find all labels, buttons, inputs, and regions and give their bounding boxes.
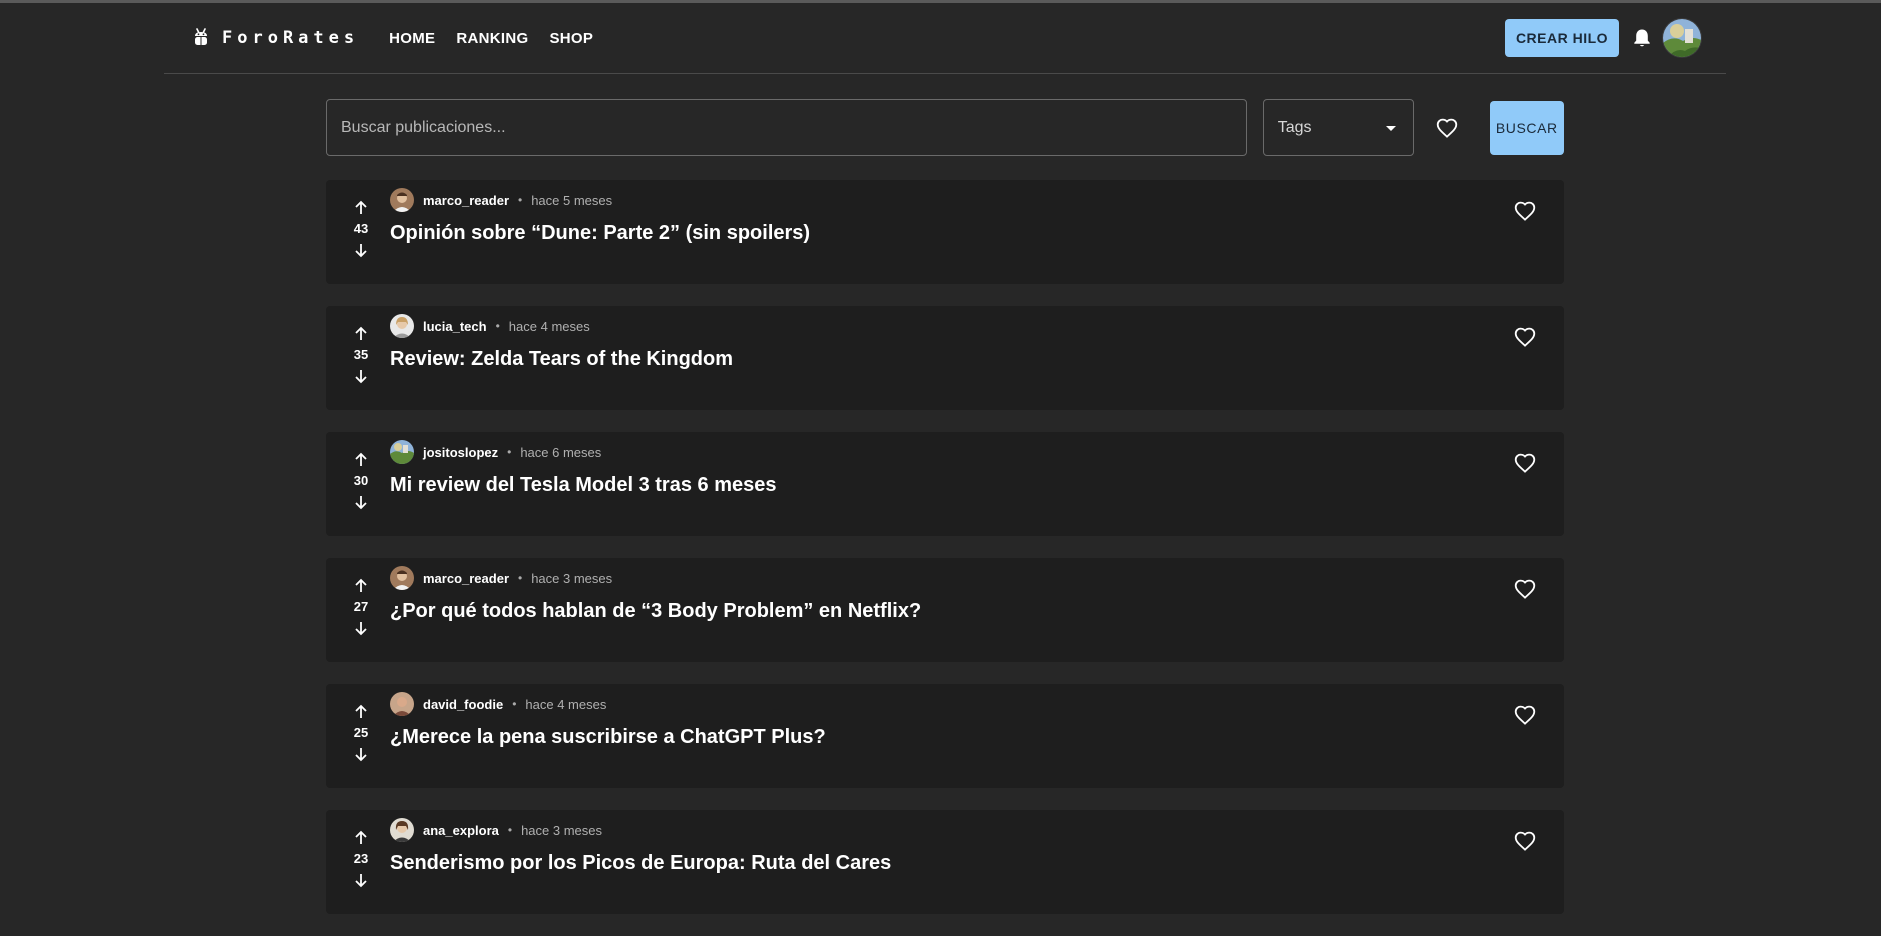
heart-outline-icon[interactable] xyxy=(1512,576,1538,602)
arrow-down-icon[interactable] xyxy=(351,366,371,386)
vote-count: 43 xyxy=(353,221,369,236)
nav-ranking[interactable]: RANKING xyxy=(456,30,528,47)
post-card[interactable]: 23 ana_explora • hace 3 meses Senderismo… xyxy=(326,810,1564,914)
post-time: hace 5 meses xyxy=(531,192,613,208)
separator-dot: • xyxy=(507,445,512,459)
main-nav: HOME RANKING SHOP xyxy=(389,30,593,47)
author-avatar[interactable] xyxy=(390,692,414,716)
heart-outline-icon[interactable] xyxy=(1512,702,1538,728)
vote-control: 30 xyxy=(346,450,376,512)
post-meta: ana_explora • hace 3 meses xyxy=(390,818,602,842)
vote-count: 25 xyxy=(353,725,369,740)
author-avatar[interactable] xyxy=(390,314,414,338)
arrow-down-icon[interactable] xyxy=(351,240,371,260)
vote-control: 23 xyxy=(346,828,376,890)
bell-icon[interactable] xyxy=(1631,27,1653,49)
arrow-down-icon[interactable] xyxy=(351,870,371,890)
create-thread-button[interactable]: CREAR HILO xyxy=(1505,19,1619,57)
post-meta: jositoslopez • hace 6 meses xyxy=(390,440,601,464)
user-avatar[interactable] xyxy=(1662,18,1702,58)
author-name[interactable]: lucia_tech xyxy=(423,319,487,334)
vote-count: 23 xyxy=(353,851,369,866)
vote-control: 27 xyxy=(346,576,376,638)
post-title[interactable]: ¿Merece la pena suscribirse a ChatGPT Pl… xyxy=(390,726,826,749)
post-title[interactable]: Review: Zelda Tears of the Kingdom xyxy=(390,348,733,371)
arrow-up-icon[interactable] xyxy=(351,324,371,344)
dropdown-arrow-icon xyxy=(1385,119,1397,137)
post-time: hace 4 meses xyxy=(525,696,607,712)
vote-control: 35 xyxy=(346,324,376,386)
arrow-up-icon[interactable] xyxy=(351,198,371,218)
post-list: 43 marco_reader • hace 5 meses Opinión s… xyxy=(326,180,1564,936)
post-card[interactable]: 30 jositoslopez • hace 6 meses Mi review… xyxy=(326,432,1564,536)
navbar-actions: CREAR HILO xyxy=(1505,18,1702,58)
author-avatar[interactable] xyxy=(390,818,414,842)
search-input[interactable] xyxy=(341,118,1246,137)
heart-outline-icon[interactable] xyxy=(1512,198,1538,224)
heart-outline-icon[interactable] xyxy=(1512,324,1538,350)
arrow-up-icon[interactable] xyxy=(351,828,371,848)
post-card[interactable]: 25 david_foodie • hace 4 meses ¿Merece l… xyxy=(326,684,1564,788)
search-button[interactable]: BUSCAR xyxy=(1489,100,1564,155)
heart-outline-icon[interactable] xyxy=(1512,450,1538,476)
app-logo-icon xyxy=(192,26,210,50)
vote-count: 27 xyxy=(353,599,369,614)
tags-dropdown-label: Tags xyxy=(1277,118,1312,136)
arrow-down-icon[interactable] xyxy=(351,618,371,638)
post-title[interactable]: Mi review del Tesla Model 3 tras 6 meses xyxy=(390,474,776,497)
top-navbar: ForoRates HOME RANKING SHOP CREAR HILO xyxy=(164,3,1726,74)
arrow-down-icon[interactable] xyxy=(351,492,371,512)
arrow-up-icon[interactable] xyxy=(351,702,371,722)
post-time: hace 3 meses xyxy=(521,822,603,838)
nav-shop[interactable]: SHOP xyxy=(549,30,593,47)
post-card[interactable]: 35 lucia_tech • hace 4 meses Review: Zel… xyxy=(326,306,1564,410)
post-meta: david_foodie • hace 4 meses xyxy=(390,692,606,716)
separator-dot: • xyxy=(518,193,523,207)
search-field[interactable] xyxy=(326,99,1247,156)
post-meta: lucia_tech • hace 4 meses xyxy=(390,314,590,338)
author-avatar[interactable] xyxy=(390,566,414,590)
tags-dropdown[interactable]: Tags xyxy=(1262,99,1414,156)
nav-home[interactable]: HOME xyxy=(389,30,435,47)
post-meta: marco_reader • hace 5 meses xyxy=(390,188,612,212)
vote-control: 43 xyxy=(346,198,376,260)
author-name[interactable]: ana_explora xyxy=(423,823,499,838)
author-avatar[interactable] xyxy=(390,188,414,212)
arrow-down-icon[interactable] xyxy=(351,744,371,764)
post-card[interactable]: 43 marco_reader • hace 5 meses Opinión s… xyxy=(326,180,1564,284)
arrow-up-icon[interactable] xyxy=(351,576,371,596)
author-avatar[interactable] xyxy=(390,440,414,464)
separator-dot: • xyxy=(507,823,513,837)
author-name[interactable]: marco_reader xyxy=(423,193,509,208)
post-meta: marco_reader • hace 3 meses xyxy=(390,566,612,590)
vote-count: 30 xyxy=(353,473,369,488)
separator-dot: • xyxy=(518,571,523,585)
post-card[interactable]: 27 marco_reader • hace 3 meses ¿Por qué … xyxy=(326,558,1564,662)
heart-outline-icon[interactable] xyxy=(1512,828,1538,854)
post-time: hace 4 meses xyxy=(508,318,590,334)
author-name[interactable]: david_foodie xyxy=(423,697,503,712)
vote-count: 35 xyxy=(353,347,369,362)
logo[interactable]: ForoRates xyxy=(192,26,359,50)
post-title[interactable]: Senderismo por los Picos de Europa: Ruta… xyxy=(390,852,891,875)
post-title[interactable]: ¿Por qué todos hablan de “3 Body Problem… xyxy=(390,600,921,623)
author-name[interactable]: jositoslopez xyxy=(423,445,498,460)
search-bar: Tags BUSCAR xyxy=(326,99,1564,156)
vote-control: 25 xyxy=(346,702,376,764)
post-time: hace 3 meses xyxy=(531,570,613,586)
post-time: hace 6 meses xyxy=(520,444,602,460)
post-title[interactable]: Opinión sobre “Dune: Parte 2” (sin spoil… xyxy=(390,222,810,245)
separator-dot: • xyxy=(512,697,517,711)
app-name: ForoRates xyxy=(222,28,360,48)
arrow-up-icon[interactable] xyxy=(351,450,371,470)
author-name[interactable]: marco_reader xyxy=(423,571,509,586)
favorites-filter-heart-icon[interactable] xyxy=(1434,115,1460,141)
separator-dot: • xyxy=(495,319,500,333)
